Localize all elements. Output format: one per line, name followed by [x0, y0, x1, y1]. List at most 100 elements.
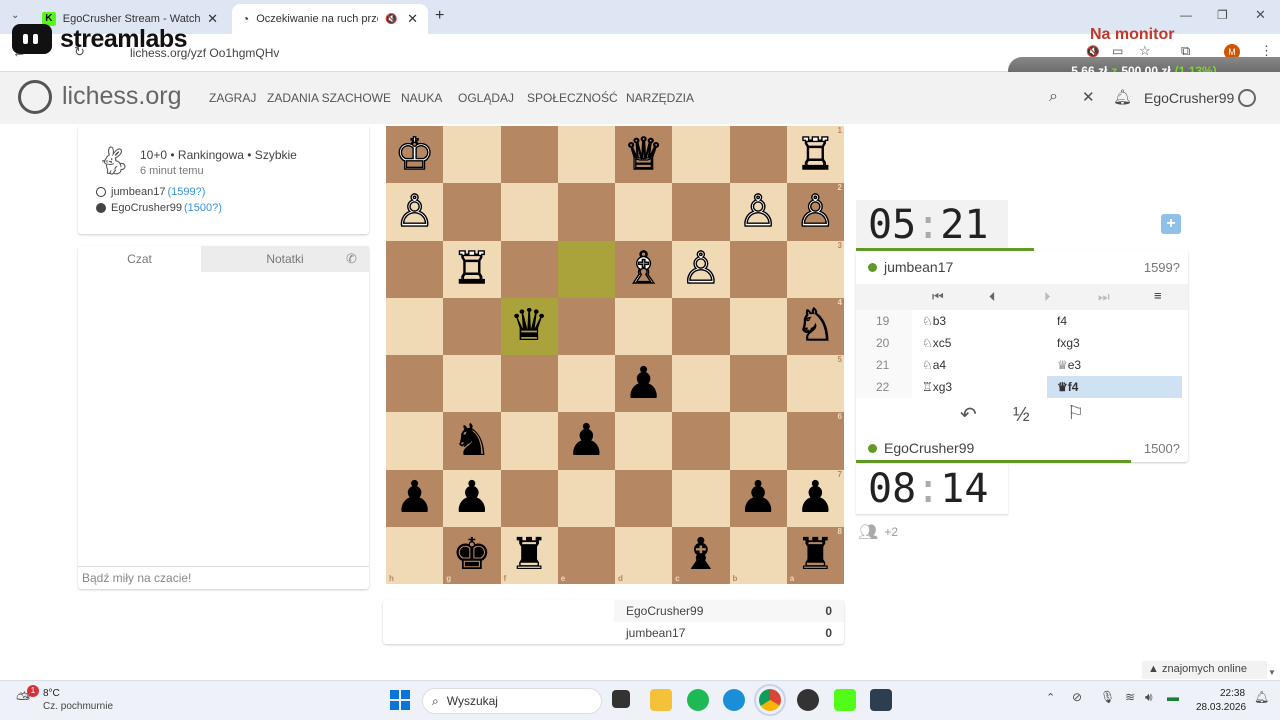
last-move-icon[interactable]: ⏭: [1098, 289, 1110, 305]
first-move-icon[interactable]: ⏮: [932, 289, 944, 305]
file-explorer-icon[interactable]: [650, 689, 672, 711]
close-window-button[interactable]: ✕: [1255, 7, 1266, 23]
square-g1[interactable]: [443, 126, 501, 184]
piece-g3[interactable]: ♖: [451, 246, 492, 291]
search-icon[interactable]: ⌕: [1049, 88, 1058, 106]
square-a1[interactable]: ♖ 1: [786, 126, 844, 184]
nav-learn[interactable]: NAUKA: [401, 91, 442, 105]
square-e7[interactable]: [557, 469, 615, 527]
square-f1[interactable]: [500, 126, 558, 184]
square-a6[interactable]: 6: [786, 412, 844, 470]
obs-icon[interactable]: [797, 689, 819, 711]
black-player-row[interactable]: EgoCrusher99 (1500?): [96, 202, 222, 214]
add-time-button[interactable]: +: [1161, 214, 1181, 234]
opponent-name[interactable]: jumbean17: [884, 259, 953, 275]
square-g4[interactable]: [443, 297, 501, 355]
chess-board[interactable]: ♔ ♕ ♖ 1 ♙ ♙ ♙ 2 ♖ ♗ ♙ 3 ♛ ♘ 4 ♟ 5 ♞ ♟ 6 ♟ ♟ ♟ ♟ 7 h ♚ g ♜ f e d ♝ c b ♜ 8 a: [386, 126, 844, 584]
takeback-icon[interactable]: ↶: [960, 402, 977, 427]
square-b1[interactable]: [729, 126, 787, 184]
piece-c8[interactable]: ♝: [681, 533, 720, 577]
square-a5[interactable]: 5: [786, 355, 844, 413]
square-e8[interactable]: e: [557, 526, 615, 584]
black-move[interactable]: ♛f4: [1047, 376, 1182, 398]
piece-c3[interactable]: ♙: [680, 246, 721, 291]
square-h8[interactable]: h: [386, 526, 444, 584]
square-a8[interactable]: ♜ 8 a: [786, 526, 844, 584]
square-h6[interactable]: [386, 412, 444, 470]
piece-f8[interactable]: ♜: [509, 533, 548, 577]
piece-h2[interactable]: ♙: [394, 189, 435, 234]
nav-play[interactable]: ZAGRAJ: [209, 91, 256, 105]
square-g8[interactable]: ♚ g: [443, 526, 501, 584]
microphone-icon[interactable]: 🎙︎: [1100, 690, 1115, 704]
piece-a2[interactable]: ♙: [795, 189, 836, 234]
nav-tools[interactable]: NARZĘDZIA: [626, 91, 694, 105]
square-f8[interactable]: ♜ f: [500, 526, 558, 584]
white-move[interactable]: ♘a4: [912, 354, 1047, 376]
resign-flag-icon[interactable]: ⚐: [1067, 402, 1084, 425]
piece-g6[interactable]: ♞: [452, 418, 491, 463]
square-h1[interactable]: ♔: [386, 126, 444, 184]
square-g2[interactable]: [443, 183, 501, 241]
square-d8[interactable]: d: [615, 526, 673, 584]
black-move[interactable]: f4: [1047, 310, 1182, 332]
close-tab-icon[interactable]: ✕: [407, 11, 418, 27]
square-e5[interactable]: [557, 355, 615, 413]
square-b6[interactable]: [729, 412, 787, 470]
white-move[interactable]: ♘b3: [912, 310, 1047, 332]
tray-chevron-icon[interactable]: ⌃: [1046, 691, 1055, 704]
phone-icon[interactable]: ✆: [346, 251, 357, 267]
kick-app-icon[interactable]: [834, 689, 856, 711]
tray-network-off-icon[interactable]: ⊘: [1072, 690, 1082, 704]
weather-temp[interactable]: 8°C: [43, 688, 60, 699]
user-avatar-icon[interactable]: [1238, 89, 1256, 107]
square-d1[interactable]: ♕: [615, 126, 673, 184]
square-d5[interactable]: ♟: [615, 355, 673, 413]
square-d2[interactable]: [615, 183, 673, 241]
square-b4[interactable]: [729, 297, 787, 355]
chrome-icon[interactable]: [754, 684, 786, 716]
lichess-logo-text[interactable]: lichess.org: [62, 82, 182, 111]
square-c6[interactable]: [672, 412, 730, 470]
square-c2[interactable]: [672, 183, 730, 241]
square-a2[interactable]: ♙ 2: [786, 183, 844, 241]
square-e1[interactable]: [557, 126, 615, 184]
square-e2[interactable]: [557, 183, 615, 241]
square-a3[interactable]: 3: [786, 240, 844, 298]
task-view-icon[interactable]: [612, 690, 630, 708]
player-name[interactable]: EgoCrusher99: [884, 440, 974, 456]
volume-icon[interactable]: 🔊︎: [1145, 690, 1153, 705]
tab-notes[interactable]: Notatki: [201, 246, 369, 272]
white-move[interactable]: ♘xc5: [912, 332, 1047, 354]
square-h3[interactable]: [386, 240, 444, 298]
clock-date[interactable]: 28.03.2026: [1196, 702, 1246, 713]
next-move-icon[interactable]: ⏵: [1044, 289, 1051, 305]
white-player-name[interactable]: jumbean17: [111, 186, 165, 198]
user-menu[interactable]: EgoCrusher99: [1144, 90, 1234, 106]
maximize-button[interactable]: ❐: [1217, 8, 1228, 22]
black-move[interactable]: ♕e3: [1047, 354, 1182, 376]
piece-f4[interactable]: ♛: [509, 304, 548, 348]
square-g7[interactable]: ♟: [443, 469, 501, 527]
friends-online[interactable]: ▲ znajomych online: [1142, 661, 1267, 679]
piece-h1[interactable]: ♔: [394, 131, 435, 176]
offer-draw-button[interactable]: ½: [1013, 404, 1030, 427]
piece-g7[interactable]: ♟: [452, 476, 491, 520]
square-e6[interactable]: ♟: [557, 412, 615, 470]
crosstable-player[interactable]: jumbean17: [626, 626, 685, 640]
white-player-row[interactable]: jumbean17 (1599?): [96, 186, 205, 198]
square-f6[interactable]: [500, 412, 558, 470]
square-c1[interactable]: [672, 126, 730, 184]
new-tab-button[interactable]: +: [435, 7, 444, 25]
square-h4[interactable]: [386, 297, 444, 355]
square-h2[interactable]: ♙: [386, 183, 444, 241]
piece-a7[interactable]: ♟: [796, 476, 835, 520]
minimize-button[interactable]: —: [1180, 8, 1192, 22]
page-scrollbar[interactable]: ▼: [1268, 668, 1276, 677]
square-g5[interactable]: [443, 355, 501, 413]
zen-icon[interactable]: ✕: [1082, 88, 1095, 106]
square-c3[interactable]: ♙: [672, 240, 730, 298]
piece-a1[interactable]: ♖: [795, 131, 836, 176]
mute-tab-icon[interactable]: 🔇: [385, 14, 397, 25]
wifi-icon[interactable]: ≋: [1125, 690, 1135, 704]
